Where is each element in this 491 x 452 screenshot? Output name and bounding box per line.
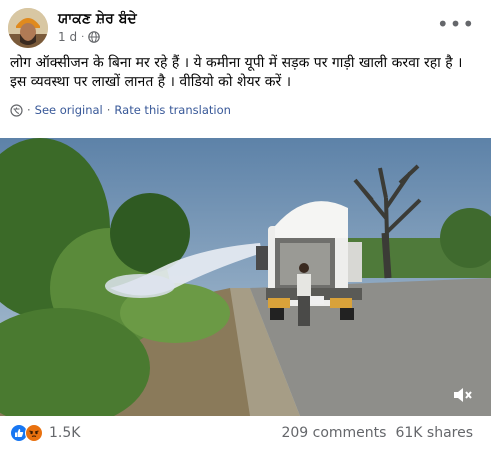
post-text: लोग ऑक्सीजन के बिना मर रहे हैं । ये कमीन… bbox=[10, 55, 463, 90]
video-player[interactable] bbox=[0, 138, 491, 416]
more-options-button[interactable]: ••• bbox=[436, 12, 476, 36]
sep-dot-2: · bbox=[106, 103, 111, 117]
avatar[interactable] bbox=[8, 8, 48, 48]
reaction-count: 1.5K bbox=[49, 425, 81, 441]
meta-separator: · bbox=[81, 31, 85, 43]
facebook-post: ਯਾਕਣ ਸ਼ੇਰ ਬੰਦੇ 1 d · ••• लोग ऑक्सीजन के … bbox=[0, 0, 491, 452]
post-meta: 1 d · bbox=[58, 30, 101, 44]
see-original-link[interactable]: See original bbox=[35, 103, 103, 117]
engagement-stats: 209 comments 61K shares bbox=[281, 425, 473, 441]
angry-icon bbox=[25, 424, 43, 442]
speaker-muted-icon[interactable] bbox=[450, 383, 474, 407]
translate-icon bbox=[10, 103, 23, 117]
globe-icon bbox=[88, 31, 101, 43]
translation-bar: · See original · Rate this translation bbox=[10, 103, 231, 117]
video-frame bbox=[0, 138, 491, 416]
more-options-icon: ••• bbox=[436, 12, 476, 36]
reactions-summary[interactable]: 1.5K bbox=[10, 424, 80, 442]
post-time[interactable]: 1 d bbox=[58, 30, 77, 44]
comments-count[interactable]: 209 comments bbox=[281, 425, 386, 441]
shares-count[interactable]: 61K shares bbox=[395, 425, 473, 441]
author-name[interactable]: ਯਾਕਣ ਸ਼ੇਰ ਬੰਦੇ bbox=[58, 11, 137, 27]
sep-dot: · bbox=[27, 103, 31, 117]
rate-translation-link[interactable]: Rate this translation bbox=[114, 103, 231, 117]
